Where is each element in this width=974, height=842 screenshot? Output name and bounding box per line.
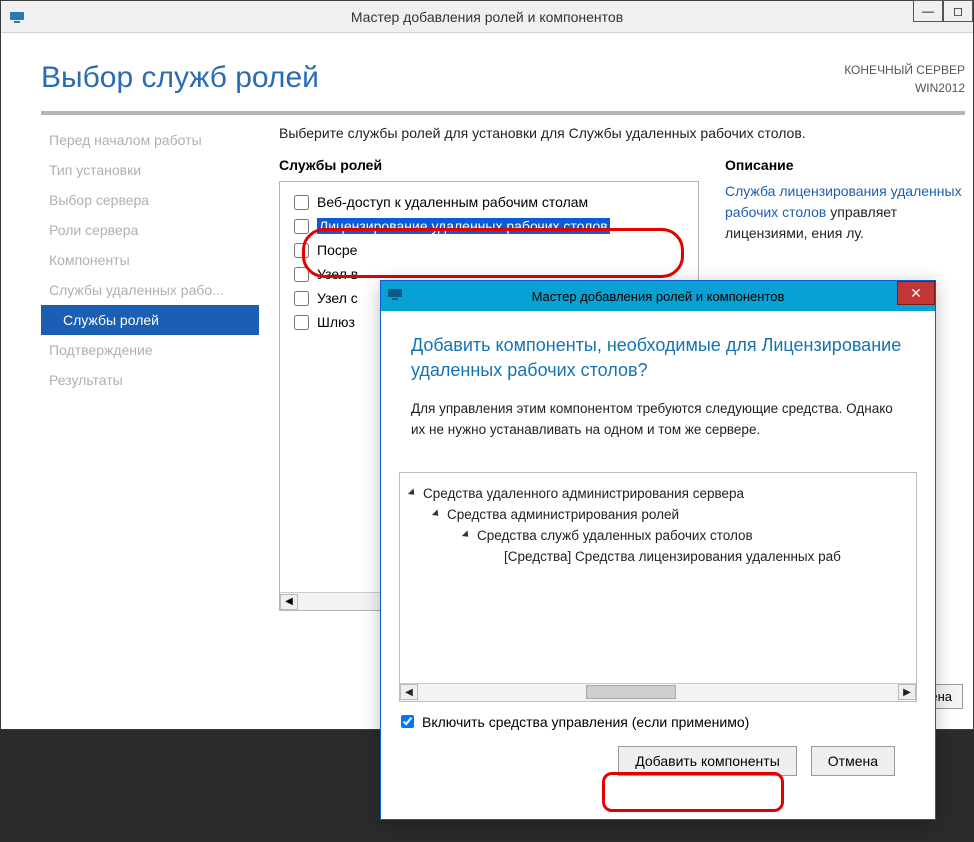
destination-hostname: WIN2012 <box>844 79 965 97</box>
tree-item[interactable]: Средства удаленного администрирования се… <box>404 483 916 504</box>
description-heading: Описание <box>725 157 967 173</box>
include-mgmt-label: Включить средства управления (если приме… <box>422 714 749 730</box>
features-tree: Средства удаленного администрирования се… <box>399 472 917 702</box>
role-checkbox[interactable] <box>294 315 309 330</box>
role-label: Узел с <box>317 290 358 306</box>
dialog-close-button[interactable]: ✕ <box>897 281 935 305</box>
role-label: Лицензирование удаленных рабочих столов <box>317 218 610 234</box>
step-server-roles[interactable]: Роли сервера <box>41 215 259 245</box>
scroll-thumb[interactable] <box>586 685 676 699</box>
step-before-you-begin[interactable]: Перед началом работы <box>41 125 259 155</box>
scroll-left-icon[interactable]: ◀ <box>400 684 418 700</box>
dialog-text: Для управления этим компонентом требуютс… <box>411 399 905 440</box>
window-controls: — ◻ ✕ <box>913 0 973 22</box>
role-label: Шлюз <box>317 314 355 330</box>
role-checkbox[interactable] <box>294 267 309 282</box>
step-confirmation[interactable]: Подтверждение <box>41 335 259 365</box>
tree-label: Средства удаленного администрирования се… <box>423 486 744 501</box>
tree-item[interactable]: Средства администрирования ролей <box>404 504 916 525</box>
dialog-titlebar: Мастер добавления ролей и компонентов ✕ <box>381 281 935 311</box>
tree-label: Средства служб удаленных рабочих столов <box>477 528 753 543</box>
expand-icon[interactable] <box>432 510 441 519</box>
add-features-dialog: Мастер добавления ролей и компонентов ✕ … <box>380 280 936 820</box>
role-broker[interactable]: Посре <box>288 238 698 262</box>
tree-item[interactable]: Средства служб удаленных рабочих столов <box>404 525 916 546</box>
scroll-right-icon[interactable]: ▶ <box>898 684 916 700</box>
minimize-button[interactable]: — <box>913 0 943 22</box>
step-rds[interactable]: Службы удаленных рабо... <box>41 275 259 305</box>
description-text: Служба лицензирования удаленных рабочих … <box>725 181 967 244</box>
expand-icon[interactable] <box>462 531 471 540</box>
server-manager-icon <box>7 7 27 27</box>
step-results[interactable]: Результаты <box>41 365 259 395</box>
window-title: Мастер добавления ролей и компонентов <box>1 9 973 25</box>
dialog-cancel-button[interactable]: Отмена <box>811 746 895 776</box>
wizard-steps: Перед началом работы Тип установки Выбор… <box>1 125 259 729</box>
include-mgmt-checkbox[interactable] <box>401 715 414 728</box>
step-role-services[interactable]: Службы ролей <box>41 305 259 335</box>
add-features-button[interactable]: Добавить компоненты <box>618 746 797 776</box>
role-web-access[interactable]: Веб-доступ к удаленным рабочим столам <box>288 190 698 214</box>
dialog-heading: Добавить компоненты, необходимые для Лиц… <box>411 333 905 383</box>
step-features[interactable]: Компоненты <box>41 245 259 275</box>
role-label: Посре <box>317 242 357 258</box>
titlebar: Мастер добавления ролей и компонентов — … <box>1 1 973 33</box>
role-checkbox[interactable] <box>294 291 309 306</box>
tree-item[interactable]: [Средства] Средства лицензирования удале… <box>404 546 916 567</box>
step-install-type[interactable]: Тип установки <box>41 155 259 185</box>
destination-server: КОНЕЧНЫЙ СЕРВЕР WIN2012 <box>844 61 965 97</box>
role-checkbox[interactable] <box>294 243 309 258</box>
include-management-tools[interactable]: Включить средства управления (если приме… <box>401 714 915 730</box>
tree-label: Средства администрирования ролей <box>447 507 679 522</box>
maximize-button[interactable]: ◻ <box>943 0 973 22</box>
role-checkbox[interactable] <box>294 195 309 210</box>
roles-heading: Службы ролей <box>279 157 699 173</box>
role-rd-licensing[interactable]: Лицензирование удаленных рабочих столов <box>288 214 698 238</box>
tree-label: [Средства] Средства лицензирования удале… <box>504 549 841 564</box>
step-server-selection[interactable]: Выбор сервера <box>41 185 259 215</box>
page-title: Выбор служб ролей <box>41 61 844 95</box>
role-checkbox[interactable] <box>294 219 309 234</box>
role-label: Веб-доступ к удаленным рабочим столам <box>317 194 588 210</box>
scroll-track[interactable] <box>418 685 898 699</box>
expand-icon[interactable] <box>408 489 417 498</box>
instruction-text: Выберите службы ролей для установки для … <box>279 125 967 141</box>
scroll-left-icon[interactable]: ◀ <box>280 594 298 610</box>
destination-label: КОНЕЧНЫЙ СЕРВЕР <box>844 61 965 79</box>
role-label: Узел в <box>317 266 358 282</box>
dialog-title: Мастер добавления ролей и компонентов <box>381 289 935 304</box>
tree-scrollbar[interactable]: ◀ ▶ <box>400 683 916 701</box>
